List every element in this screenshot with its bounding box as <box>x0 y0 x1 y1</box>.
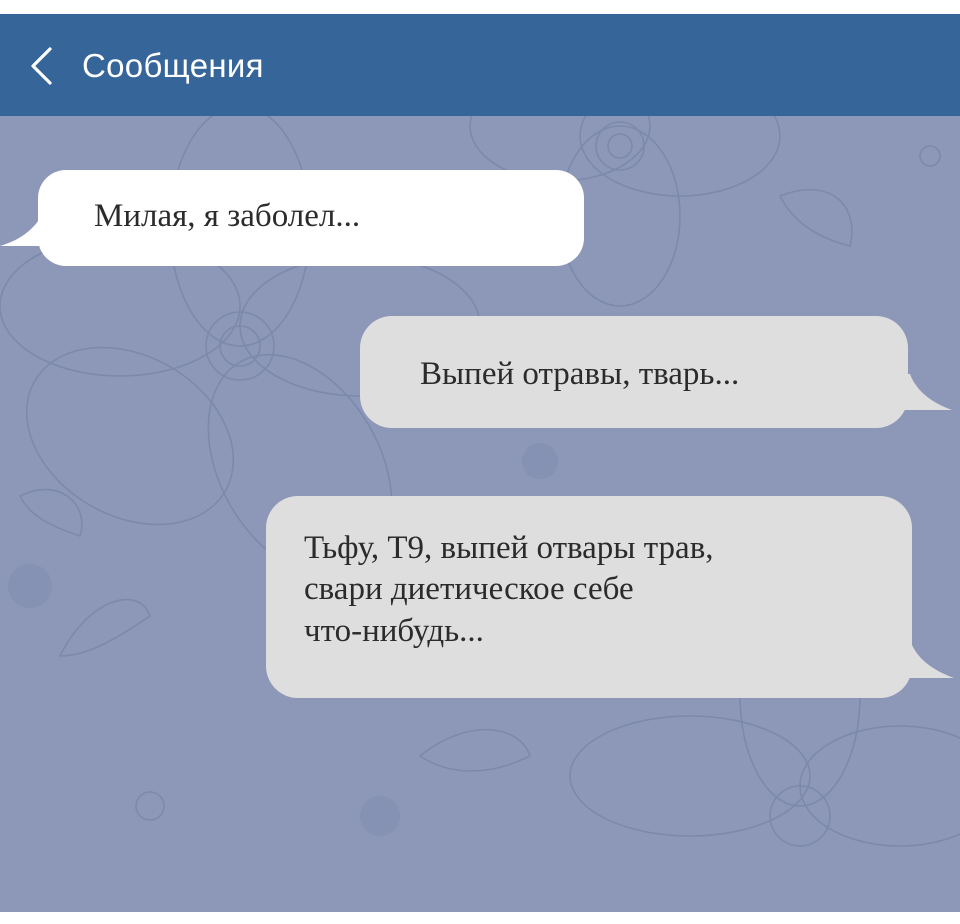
incoming-message[interactable]: Милая, я заболел... <box>38 170 584 266</box>
outgoing-message[interactable]: Тьфу, Т9, выпей отвары трав, свари диети… <box>266 496 912 698</box>
message-text: Милая, я заболел... <box>94 198 361 234</box>
chevron-left-icon <box>31 47 52 85</box>
message-list[interactable]: Милая, я заболел... Выпей отравы, тварь.… <box>0 116 960 912</box>
message-text: Выпей отравы, тварь... <box>420 356 740 392</box>
top-bar: Сообщения <box>0 14 960 116</box>
message-text-line: что-нибудь... <box>304 612 484 649</box>
message-text-line: Тьфу, Т9, выпей отвары трав, <box>304 530 714 566</box>
message-text-line: свари диетическое себе <box>304 571 634 608</box>
back-label: Сообщения <box>82 47 264 84</box>
bottom-edge <box>0 912 960 924</box>
back-button[interactable]: Сообщения <box>26 36 326 96</box>
outgoing-message[interactable]: Выпей отравы, тварь... <box>360 316 908 428</box>
app-screen: Сообщения Милая, я заболел... Выпей отра… <box>0 0 960 924</box>
